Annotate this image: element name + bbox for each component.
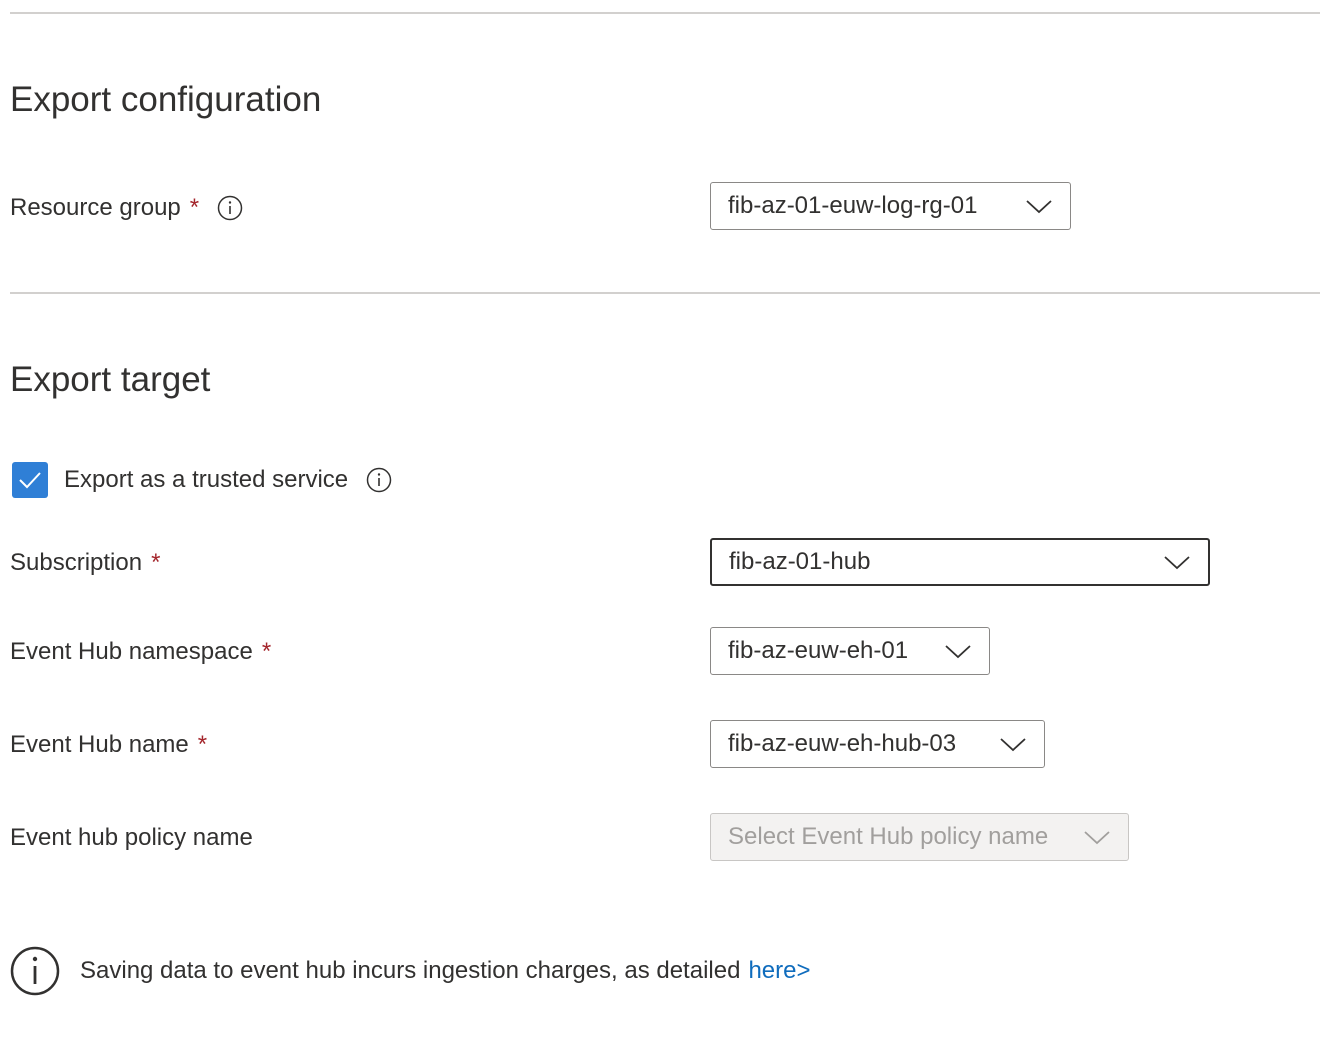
- ingestion-charges-notice: Saving data to event hub incurs ingestio…: [10, 946, 811, 996]
- subscription-label: Subscription: [10, 549, 143, 576]
- chevron-down-icon: [998, 734, 1028, 754]
- event-hub-policy-label-row: Event hub policy name: [10, 823, 253, 853]
- required-asterisk: *: [261, 638, 272, 665]
- resource-group-label: Resource group: [10, 194, 181, 221]
- event-hub-policy-dropdown: Select Event Hub policy name: [710, 813, 1129, 861]
- event-hub-policy-placeholder: Select Event Hub policy name: [728, 823, 1049, 850]
- section-title-export-configuration: Export configuration: [10, 80, 322, 119]
- top-divider: [10, 12, 1320, 14]
- trusted-service-label-row: Export as a trusted service: [64, 465, 392, 495]
- event-hub-policy-label: Event hub policy name: [10, 824, 253, 851]
- info-circle-icon: [10, 946, 60, 996]
- chevron-down-icon: [943, 641, 973, 661]
- chevron-down-icon: [1082, 827, 1112, 847]
- resource-group-label-row: Resource group *: [10, 193, 243, 223]
- event-hub-namespace-label: Event Hub namespace: [10, 638, 253, 665]
- info-icon[interactable]: [217, 195, 243, 221]
- required-asterisk: *: [151, 549, 161, 576]
- event-hub-namespace-value: fib-az-euw-eh-01: [728, 637, 909, 664]
- chevron-down-icon: [1162, 552, 1192, 572]
- info-icon[interactable]: [366, 467, 392, 493]
- event-hub-namespace-dropdown[interactable]: fib-az-euw-eh-01: [710, 627, 990, 675]
- trusted-service-label: Export as a trusted service: [64, 466, 349, 493]
- resource-group-dropdown[interactable]: fib-az-01-euw-log-rg-01: [710, 182, 1071, 230]
- pricing-details-link[interactable]: here>: [748, 946, 810, 996]
- notice-text: Saving data to event hub incurs ingestio…: [80, 957, 741, 984]
- subscription-dropdown[interactable]: fib-az-01-hub: [710, 538, 1210, 586]
- section-title-export-target: Export target: [10, 360, 211, 399]
- required-asterisk: *: [189, 194, 200, 221]
- subscription-value: fib-az-01-hub: [729, 548, 871, 575]
- section-divider: [10, 292, 1320, 294]
- required-asterisk: *: [197, 731, 208, 758]
- event-hub-name-label: Event Hub name: [10, 731, 189, 758]
- subscription-label-row: Subscription *: [10, 548, 160, 578]
- event-hub-name-value: fib-az-euw-eh-hub-03: [728, 730, 957, 757]
- event-hub-name-dropdown[interactable]: fib-az-euw-eh-hub-03: [710, 720, 1045, 768]
- checkmark-icon: [19, 472, 41, 489]
- event-hub-namespace-label-row: Event Hub namespace *: [10, 637, 271, 667]
- resource-group-value: fib-az-01-euw-log-rg-01: [728, 192, 978, 219]
- chevron-down-icon: [1024, 196, 1054, 216]
- trusted-service-checkbox[interactable]: [12, 462, 48, 498]
- event-hub-name-label-row: Event Hub name *: [10, 730, 207, 760]
